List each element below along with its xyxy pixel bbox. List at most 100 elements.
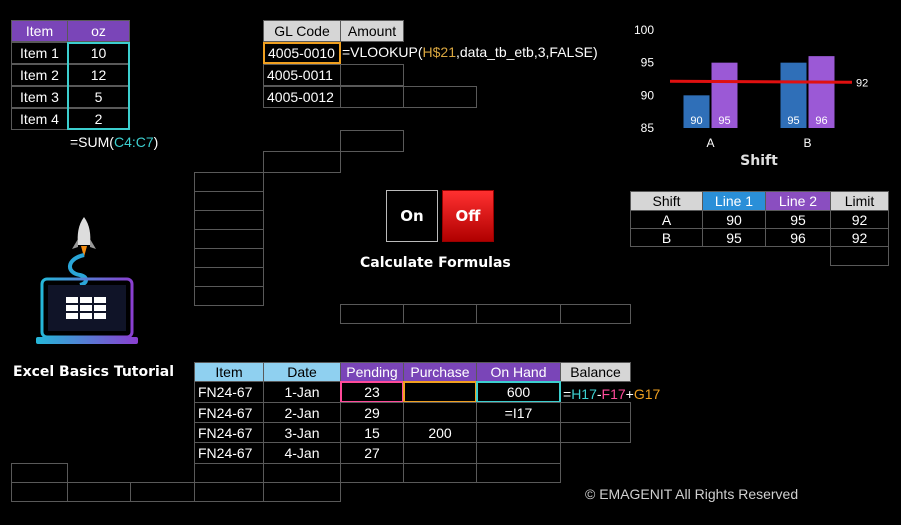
off-button[interactable]: Off [442, 190, 494, 242]
shift-header-limit[interactable]: Limit [830, 191, 889, 211]
shift-cell[interactable]: 92 [830, 228, 889, 247]
shift-cell[interactable]: 92 [830, 210, 889, 229]
empty-cell[interactable] [830, 246, 889, 266]
inv-cell[interactable]: FN24-67 [194, 381, 264, 403]
shift-cell[interactable]: A [630, 210, 703, 229]
inv-cell[interactable]: 2-Jan [263, 402, 341, 423]
y-tick-label: 95 [641, 56, 655, 70]
empty-cell[interactable] [130, 482, 195, 502]
gl-header-code[interactable]: GL Code [263, 20, 341, 42]
empty-cell[interactable] [340, 304, 404, 324]
gl-code-cell[interactable]: 4005-0011 [263, 64, 341, 86]
bar-data-label: 95 [787, 115, 799, 127]
inv-cell[interactable] [403, 402, 477, 423]
limit-line [669, 79, 853, 84]
empty-cell[interactable] [194, 172, 264, 192]
empty-cell[interactable] [194, 463, 264, 483]
shift-cell[interactable]: 95 [702, 228, 766, 247]
gl-amount-cell[interactable] [340, 64, 404, 86]
gl-empty-cell[interactable] [403, 86, 477, 108]
empty-cell[interactable] [194, 248, 264, 268]
empty-cell[interactable] [194, 286, 264, 306]
gl-header-amount[interactable]: Amount [340, 20, 404, 42]
inv-cell[interactable]: FN24-67 [194, 442, 264, 464]
gl-code-cell[interactable]: 4005-0010 [263, 42, 341, 64]
sum-formula-ref: C4:C7 [113, 134, 154, 150]
inv-header-item[interactable]: Item [194, 362, 264, 382]
empty-cell[interactable] [11, 482, 68, 502]
balance-formula[interactable]: =H17-F17+G17 [563, 386, 660, 402]
inv-cell[interactable]: FN24-67 [194, 402, 264, 423]
vlookup-formula[interactable]: =VLOOKUP(H$21,data_tb_etb,3,FALSE) [342, 44, 598, 60]
inv-cell[interactable]: 15 [340, 422, 404, 443]
shift-cell[interactable]: 96 [765, 228, 831, 247]
empty-cell[interactable] [11, 463, 68, 483]
empty-cell[interactable] [340, 130, 404, 152]
shift-cell[interactable]: 90 [702, 210, 766, 229]
inv-cell[interactable] [403, 381, 477, 403]
empty-cell[interactable] [560, 304, 631, 324]
empty-cell[interactable] [194, 210, 264, 230]
item-table-header-oz[interactable]: oz [67, 20, 130, 42]
bar-data-label: 95 [718, 115, 730, 127]
x-tick-label: B [803, 136, 811, 150]
inv-cell[interactable]: 23 [340, 381, 404, 403]
shift-header-line1[interactable]: Line 1 [702, 191, 766, 211]
inv-cell[interactable] [476, 442, 561, 464]
item-table-cell[interactable]: Item 2 [11, 64, 68, 86]
sum-range-highlight [67, 42, 130, 130]
empty-cell[interactable] [194, 482, 264, 502]
on-button[interactable]: On [386, 190, 438, 242]
inv-header-purchase[interactable]: Purchase [403, 362, 477, 382]
inv-cell[interactable]: FN24-67 [194, 422, 264, 443]
bar-data-label: 90 [690, 115, 702, 127]
shift-header-shift[interactable]: Shift [630, 191, 703, 211]
calculate-formulas-caption: Calculate Formulas [360, 255, 511, 271]
chart-title: Shift [740, 153, 778, 169]
vlookup-prefix: =VLOOKUP( [342, 44, 423, 60]
onhand-formula-cell[interactable]: =I17 [476, 402, 561, 423]
empty-cell[interactable] [67, 482, 131, 502]
shift-header-line2[interactable]: Line 2 [765, 191, 831, 211]
empty-cell[interactable] [340, 463, 404, 483]
inv-header-balance[interactable]: Balance [560, 362, 631, 382]
inv-cell[interactable] [476, 422, 561, 443]
inv-header-pending[interactable]: Pending [340, 362, 404, 382]
shift-cell[interactable]: 95 [765, 210, 831, 229]
inv-cell[interactable]: 29 [340, 402, 404, 423]
inv-cell[interactable]: 27 [340, 442, 404, 464]
empty-cell[interactable] [476, 463, 561, 483]
empty-cell[interactable] [194, 267, 264, 287]
empty-cell[interactable] [403, 304, 477, 324]
empty-cell[interactable] [263, 151, 341, 173]
inv-header-onhand[interactable]: On Hand [476, 362, 561, 382]
item-table-header-item[interactable]: Item [11, 20, 68, 42]
empty-cell[interactable] [263, 463, 341, 483]
inv-cell[interactable]: 600 [476, 381, 561, 403]
empty-cell[interactable] [194, 191, 264, 211]
empty-cell[interactable] [476, 304, 561, 324]
balance-ref-c: G17 [633, 386, 661, 402]
gl-amount-cell[interactable] [340, 86, 404, 108]
x-tick-label: A [706, 136, 714, 150]
sum-formula[interactable]: =SUM(C4:C7) [70, 134, 158, 150]
inv-cell[interactable]: 200 [403, 422, 477, 443]
item-table-cell[interactable]: Item 4 [11, 108, 68, 130]
inv-cell[interactable] [560, 422, 631, 443]
empty-cell[interactable] [194, 229, 264, 249]
inv-header-date[interactable]: Date [263, 362, 341, 382]
y-tick-label: 90 [641, 88, 655, 102]
inv-cell[interactable]: 4-Jan [263, 442, 341, 464]
item-table-cell[interactable]: Item 3 [11, 86, 68, 108]
inv-cell[interactable]: 1-Jan [263, 381, 341, 403]
balance-eq: = [563, 386, 572, 402]
inv-cell[interactable] [403, 442, 477, 464]
empty-cell[interactable] [263, 482, 341, 502]
shift-cell[interactable]: B [630, 228, 703, 247]
inv-cell[interactable]: 3-Jan [263, 422, 341, 443]
empty-cell[interactable] [403, 463, 477, 483]
gl-code-cell[interactable]: 4005-0012 [263, 86, 341, 108]
y-tick-label: 100 [634, 23, 654, 37]
item-table-cell[interactable]: Item 1 [11, 42, 68, 64]
inv-cell[interactable] [560, 402, 631, 423]
